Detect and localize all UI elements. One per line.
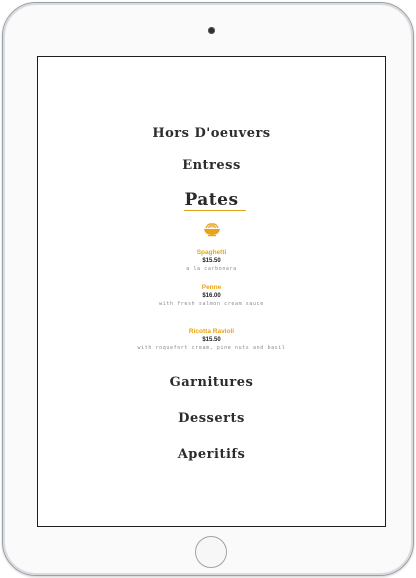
section-garnitures[interactable]: Garnitures: [38, 375, 385, 390]
section-desserts[interactable]: Desserts: [38, 411, 385, 426]
item-name: Ricotta Ravioli: [188, 328, 235, 335]
item-description: a la carbonara: [186, 266, 237, 272]
camera-icon: [208, 27, 215, 34]
item-name: Penne: [201, 284, 222, 291]
pasta-bowl-icon: [204, 223, 220, 237]
menu-item[interactable]: Penne $16.00 with fresh salmon cream sau…: [38, 284, 385, 308]
screen: Hors D'oeuvers Entress Pates Spaghetti $…: [37, 56, 386, 527]
item-price: $16.00: [202, 293, 221, 299]
menu-item[interactable]: Spaghetti $15.50 a la carbonara: [38, 249, 385, 273]
section-pates-active[interactable]: Pates: [38, 190, 385, 210]
item-price: $15.50: [202, 258, 221, 264]
menu-item[interactable]: Ricotta Ravioli $15.50 with roquefort cr…: [38, 328, 385, 352]
active-section-underline: [184, 210, 246, 211]
tablet-device: Hors D'oeuvers Entress Pates Spaghetti $…: [2, 2, 414, 576]
item-description: with roquefort cream, pine nuts and basi…: [137, 345, 286, 351]
section-hors-doeuvres[interactable]: Hors D'oeuvers: [38, 126, 385, 141]
home-button[interactable]: [195, 536, 227, 568]
item-description: with fresh salmon cream sauce: [159, 301, 264, 307]
section-entrees[interactable]: Entress: [38, 158, 385, 173]
item-name: Spaghetti: [196, 249, 227, 256]
section-aperitifs[interactable]: Aperitifs: [38, 447, 385, 462]
item-price: $15.50: [202, 337, 221, 343]
